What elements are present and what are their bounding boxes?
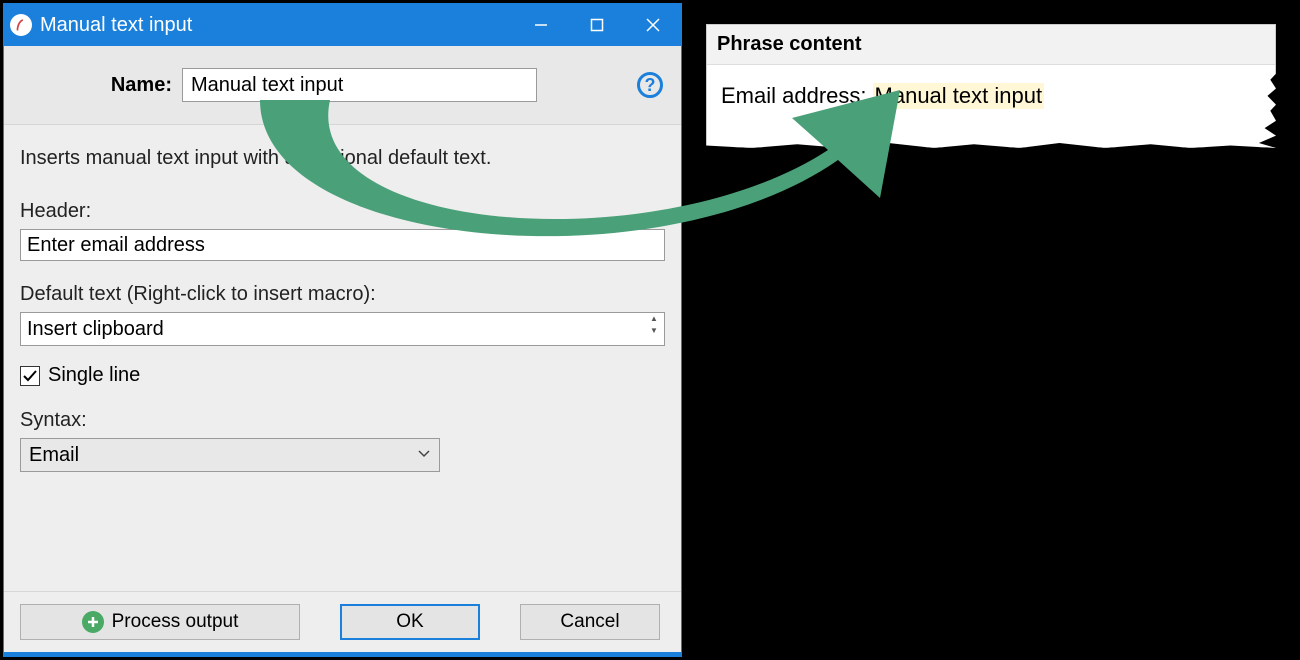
process-output-button[interactable]: Process output — [20, 604, 300, 640]
plus-icon — [82, 611, 104, 633]
help-icon[interactable]: ? — [637, 72, 663, 98]
check-icon — [22, 368, 38, 384]
minimize-button[interactable] — [513, 4, 569, 46]
default-text-label: Default text (Right-click to insert macr… — [20, 283, 665, 306]
close-button[interactable] — [625, 4, 681, 46]
window-title: Manual text input — [40, 14, 513, 37]
default-text-stepper[interactable]: ▲ ▼ — [646, 315, 662, 335]
name-label: Name: — [22, 74, 182, 97]
dialog-footer: Process output OK Cancel — [4, 591, 681, 656]
name-row: Name: ? — [4, 46, 681, 125]
manual-text-input-dialog: Manual text input Name: ? Inserts manual… — [3, 3, 682, 657]
ok-button[interactable]: OK — [340, 604, 480, 640]
chevron-up-icon: ▲ — [646, 315, 662, 323]
phrase-prefix: Email address: — [721, 83, 867, 109]
app-icon — [10, 14, 32, 36]
chevron-down-icon: ▼ — [646, 327, 662, 335]
syntax-label: Syntax: — [20, 409, 665, 432]
single-line-label: Single line — [48, 364, 140, 387]
name-input[interactable] — [182, 68, 537, 102]
cancel-button[interactable]: Cancel — [520, 604, 660, 640]
header-input[interactable] — [20, 229, 665, 261]
phrase-content-panel: Phrase content Email address: Manual tex… — [706, 24, 1276, 148]
chevron-down-icon — [418, 450, 430, 458]
syntax-value: Email — [29, 444, 79, 467]
header-label: Header: — [20, 200, 665, 223]
phrase-field-placeholder[interactable]: Manual text input — [873, 83, 1045, 109]
default-text-input[interactable] — [20, 312, 665, 346]
syntax-select[interactable]: Email — [20, 438, 440, 472]
titlebar: Manual text input — [4, 4, 681, 46]
maximize-button[interactable] — [569, 4, 625, 46]
process-output-label: Process output — [112, 611, 239, 633]
dialog-description: Inserts manual text input with an option… — [20, 147, 665, 170]
single-line-row: Single line — [20, 364, 665, 387]
single-line-checkbox[interactable] — [20, 366, 40, 386]
phrase-content-title: Phrase content — [707, 25, 1275, 65]
